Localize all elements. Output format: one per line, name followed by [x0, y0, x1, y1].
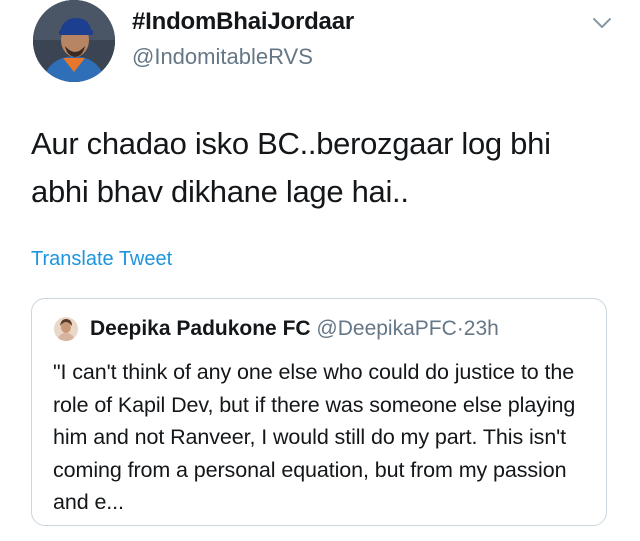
quoted-author-name: Deepika Padukone FC [90, 317, 311, 340]
separator-dot: · [456, 317, 464, 340]
translate-tweet-link[interactable]: Translate Tweet [31, 248, 172, 271]
profile-photo-icon [33, 0, 115, 82]
quoted-tweet-header: Deepika Padukone FC @DeepikaPFC·23h [90, 317, 499, 341]
author-handle[interactable]: @IndomitableRVS [132, 44, 313, 70]
quoted-author-avatar [54, 317, 78, 341]
tweet-text: Aur chadao isko BC..berozgaar log bhi ab… [31, 126, 551, 209]
chevron-down-icon[interactable] [592, 16, 612, 30]
quoted-tweet-time: 23h [463, 317, 499, 340]
quoted-author-handle: @DeepikaPFC [316, 317, 457, 340]
author-display-name[interactable]: #IndomBhaiJordaar [132, 8, 354, 36]
quoted-tweet-text: "I can't think of any one else who could… [53, 360, 576, 514]
profile-photo-icon [54, 317, 78, 341]
author-avatar[interactable] [33, 0, 115, 82]
quoted-tweet-card[interactable]: Deepika Padukone FC @DeepikaPFC·23h "I c… [31, 298, 607, 526]
